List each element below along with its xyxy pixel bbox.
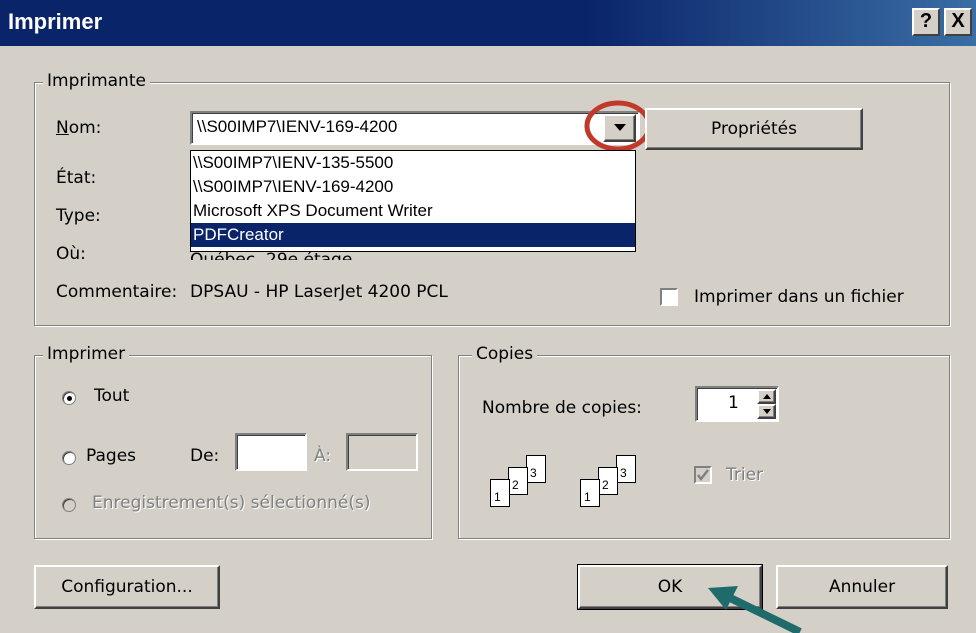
properties-button[interactable]: Propriétés xyxy=(645,108,863,150)
dropdown-option[interactable]: Microsoft XPS Document Writer xyxy=(191,199,635,223)
radio-selection-label[interactable]: Enregistrement(s) sélectionné(s) xyxy=(92,493,370,513)
collate-checkbox[interactable] xyxy=(694,465,712,485)
page-number: 1 xyxy=(494,490,501,504)
comment-value: DPSAU - HP LaserJet 4200 PCL xyxy=(190,282,448,302)
page-number: 3 xyxy=(620,466,627,480)
window-title: Imprimer xyxy=(8,9,103,34)
print-range-legend: Imprimer xyxy=(43,344,130,364)
ok-button-label: OK xyxy=(657,577,683,597)
title-bar xyxy=(0,0,976,46)
page-number: 2 xyxy=(602,478,609,492)
page-number: 1 xyxy=(584,490,591,504)
print-to-file-checkbox[interactable] xyxy=(660,287,678,307)
annotation-arrow xyxy=(708,586,802,633)
radio-all[interactable] xyxy=(62,388,76,408)
chevron-down-icon xyxy=(762,409,771,414)
dropdown-option[interactable]: \\S00IMP7\IENV-135-5500 xyxy=(191,151,635,175)
printer-name-value: \\S00IMP7\IENV-169-4200 xyxy=(197,117,398,136)
spinner-up-button[interactable] xyxy=(757,389,776,404)
close-button[interactable]: X xyxy=(944,8,972,36)
highlight-circle xyxy=(584,100,652,152)
dropdown-option[interactable]: \\S00IMP7\IENV-169-4200 xyxy=(191,175,635,199)
dropdown-option-selected[interactable]: PDFCreator xyxy=(191,223,635,247)
printer-dropdown-list: \\S00IMP7\IENV-135-5500 \\S00IMP7\IENV-1… xyxy=(190,150,636,252)
radio-pages[interactable] xyxy=(62,448,76,468)
copies-count-label: Nombre de copies: xyxy=(482,398,642,418)
where-label: Où: xyxy=(56,244,86,264)
page-number: 2 xyxy=(512,478,519,492)
from-label: De: xyxy=(190,446,220,466)
name-label: Nom: xyxy=(56,118,102,138)
radio-all-label[interactable]: Tout xyxy=(94,386,129,406)
printer-group-legend: Imprimante xyxy=(43,71,150,91)
help-button[interactable]: ? xyxy=(912,8,940,36)
collate-icon: 3 2 1 xyxy=(578,455,658,515)
chevron-up-icon xyxy=(762,394,771,399)
radio-selection[interactable] xyxy=(62,495,76,515)
collate-label[interactable]: Trier xyxy=(726,465,763,485)
copies-legend: Copies xyxy=(472,344,538,364)
state-label: État: xyxy=(56,168,97,188)
configuration-button[interactable]: Configuration... xyxy=(34,565,220,609)
to-label: À: xyxy=(314,446,332,466)
radio-pages-label[interactable]: Pages xyxy=(86,446,136,466)
checkmark-icon xyxy=(697,469,709,482)
from-page-input[interactable] xyxy=(235,433,307,471)
comment-label: Commentaire: xyxy=(56,282,178,302)
cancel-button-label: Annuler xyxy=(828,577,896,597)
spinner-down-button[interactable] xyxy=(757,404,776,419)
page-number: 3 xyxy=(530,466,537,480)
collate-icon: 3 2 1 xyxy=(488,455,568,515)
copies-count-value: 1 xyxy=(728,393,739,413)
where-value: Québec, 29e étage xyxy=(190,250,353,260)
configuration-button-label: Configuration... xyxy=(61,577,193,597)
print-to-file-label[interactable]: Imprimer dans un fichier xyxy=(694,287,904,307)
to-page-input[interactable] xyxy=(346,433,418,471)
type-label: Type: xyxy=(56,206,101,226)
properties-button-label: Propriétés xyxy=(711,119,797,139)
